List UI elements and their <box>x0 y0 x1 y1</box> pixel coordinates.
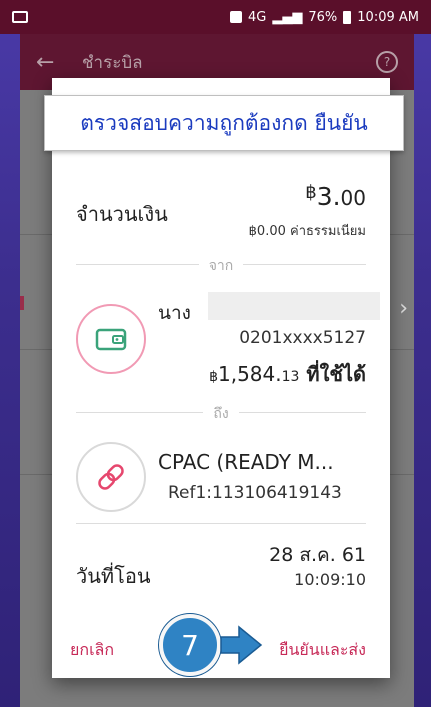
confirm-dialog: จำนวนเงิน ฿3.00 ฿0.00 ค่าธรรมเนียม จาก น… <box>52 78 390 678</box>
cancel-button[interactable]: ยกเลิก <box>70 638 114 663</box>
balance-main: 1,584. <box>218 362 282 386</box>
help-icon[interactable]: ? <box>376 51 398 73</box>
balance-currency: ฿ <box>209 369 218 385</box>
app-title: ชำระบิล <box>82 52 143 73</box>
amount-label: จำนวนเงิน <box>76 202 168 226</box>
link-icon <box>76 442 146 512</box>
step-marker: 7 <box>159 614 221 676</box>
balance-cents: 13 <box>281 369 300 385</box>
amount-value: ฿3.00 <box>305 182 366 211</box>
status-bar: 4G ▂▄▆ 76% 10:09 AM <box>0 0 431 34</box>
biller-name: CPAC (READY M... <box>158 450 334 474</box>
battery-icon <box>343 10 352 24</box>
status-icons: 4G ▂▄▆ 76% 10:09 AM <box>230 10 419 25</box>
account-name: นาง <box>158 302 191 324</box>
fee-text: ฿0.00 ค่าธรรมเนียม <box>248 224 366 239</box>
signal-icon: ▂▄▆ <box>272 9 303 25</box>
to-label: ถึง <box>52 403 390 425</box>
transfer-date-label: วันที่โอน <box>76 564 151 588</box>
gallery-icon <box>12 11 28 23</box>
transfer-time: 10:09:10 <box>294 570 366 589</box>
balance-suffix: ที่ใช้ได้ <box>299 362 366 386</box>
biller-ref: Ref1:113106419143 <box>168 483 342 503</box>
clock: 10:09 AM <box>357 9 419 25</box>
available-balance: ฿1,584.13 ที่ใช้ได้ <box>209 358 366 390</box>
chevron-right-icon: › <box>399 296 408 321</box>
date-divider <box>76 523 366 524</box>
amount-cents: 00 <box>340 186 366 210</box>
redacted-name <box>208 292 380 320</box>
transfer-date: 28 ส.ค. 61 <box>269 544 366 566</box>
sim-icon <box>230 11 243 23</box>
amount-main: 3. <box>316 182 341 211</box>
from-label: จาก <box>52 255 390 277</box>
account-number: 0201xxxx5127 <box>239 328 366 348</box>
back-arrow-icon[interactable]: ← <box>36 50 82 75</box>
battery-percent: 76% <box>308 9 338 25</box>
step-arrow-icon <box>220 625 263 665</box>
network-label: 4G <box>248 9 267 25</box>
instruction-callout: ตรวจสอบความถูกต้องกด ยืนยัน <box>44 95 404 151</box>
wallet-icon <box>76 304 146 374</box>
app-selection-marker <box>20 296 24 310</box>
amount-currency: ฿ <box>305 182 317 203</box>
confirm-send-button[interactable]: ยืนยันและส่ง <box>279 638 366 663</box>
